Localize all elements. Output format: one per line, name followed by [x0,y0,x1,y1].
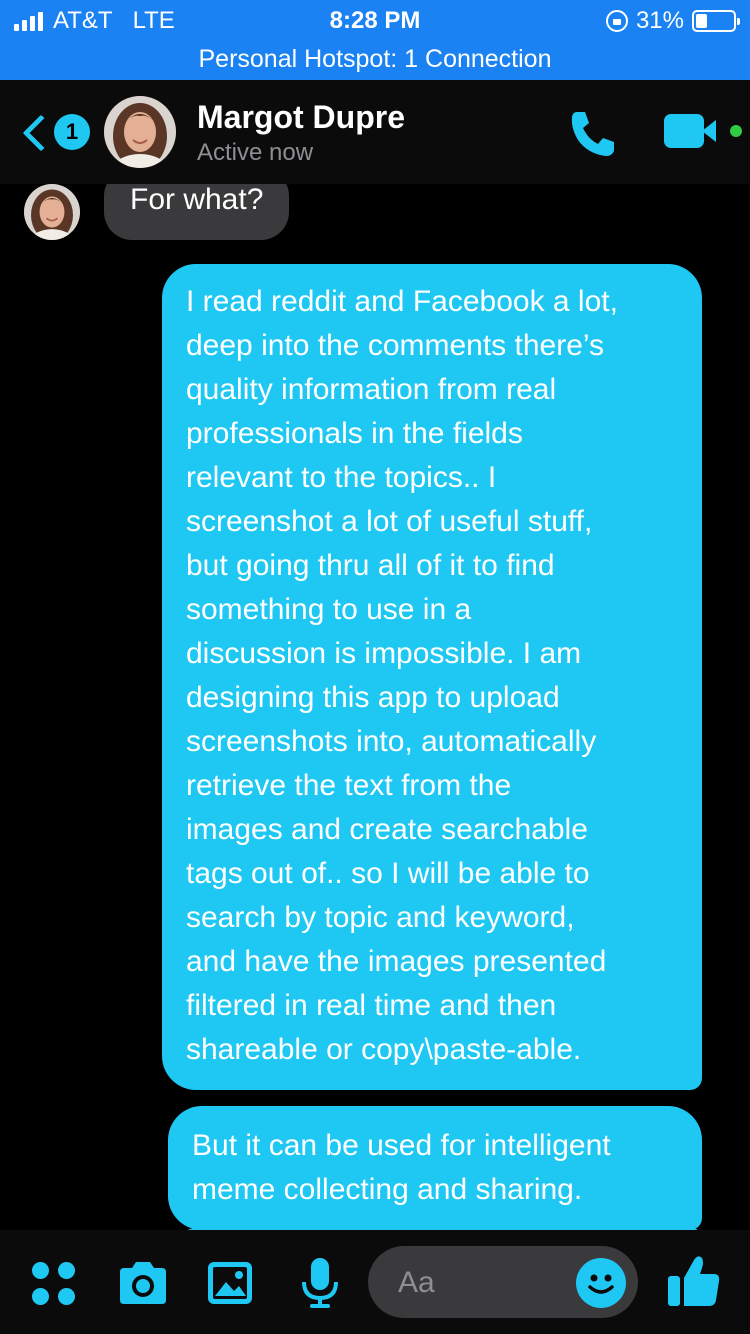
message-line: and have the images presented [186,945,607,978]
unread-badge: 1 [54,114,90,150]
message-line: images and create searchable [186,813,588,846]
microphone-icon[interactable] [300,1256,340,1310]
orientation-lock-icon [605,10,628,32]
back-button[interactable]: 1 [18,108,90,158]
thumbs-up-icon[interactable] [666,1254,722,1308]
message-line: deep into the comments there’s [186,329,605,362]
message-line: shareable or copy\paste-able. [186,1033,582,1066]
message-list[interactable]: For what? I read reddit and Facebook a l… [0,184,750,1230]
message-line: tags out of.. so I will be able to [186,857,590,890]
avatar[interactable] [104,96,176,168]
message-line: meme collecting and sharing. [192,1173,583,1206]
incoming-avatar[interactable] [24,184,80,240]
chat-header: 1 Margot Dupre Active now [0,80,750,184]
message-line: but going thru all of it to find [186,549,555,582]
apps-icon[interactable] [32,1262,76,1306]
message-line: quality information from real [186,373,557,406]
contact-name[interactable]: Margot Dupre [197,99,405,136]
message-line: screenshot a lot of useful stuff, [186,505,593,538]
status-bar: AT&T LTE 8:28 PM 31% [0,0,750,40]
message-line: something to use in a [186,593,472,626]
message-line: designing this app to upload [186,681,560,714]
active-dot-icon [730,125,742,137]
message-line: relevant to the topics.. I [186,461,497,494]
message-line: discussion is impossible. I am [186,637,582,670]
incoming-message[interactable]: For what? [104,184,290,240]
contact-status: Active now [197,139,314,166]
status-right: 31% [605,7,740,35]
phone-icon [571,112,614,156]
video-call-button[interactable] [660,110,742,154]
message-line: search by topic and keyword, [186,901,575,934]
message-line: screenshots into, automatically [186,725,597,758]
outgoing-message[interactable]: I read reddit and Facebook a lot, deep i… [162,264,702,1090]
battery-icon [692,10,740,32]
battery-percent: 31% [635,7,684,34]
call-button[interactable] [566,106,620,160]
composer-bar: Aa [0,1230,750,1334]
outgoing-message[interactable]: But it can be used for intelligent meme … [168,1106,702,1230]
message-line: professionals in the fields [186,417,523,450]
message-line: retrieve the text from the [186,769,512,802]
gallery-icon[interactable] [206,1260,254,1306]
message-input-placeholder: Aa [398,1266,435,1299]
camera-icon[interactable] [116,1260,170,1306]
message-line: But it can be used for intelligent [192,1129,611,1162]
message-line: I read reddit and Facebook a lot, [186,285,618,318]
emoji-icon[interactable] [576,1258,626,1308]
message-line: filtered in real time and then [186,989,557,1022]
hotspot-banner[interactable]: Personal Hotspot: 1 Connection [0,40,750,80]
